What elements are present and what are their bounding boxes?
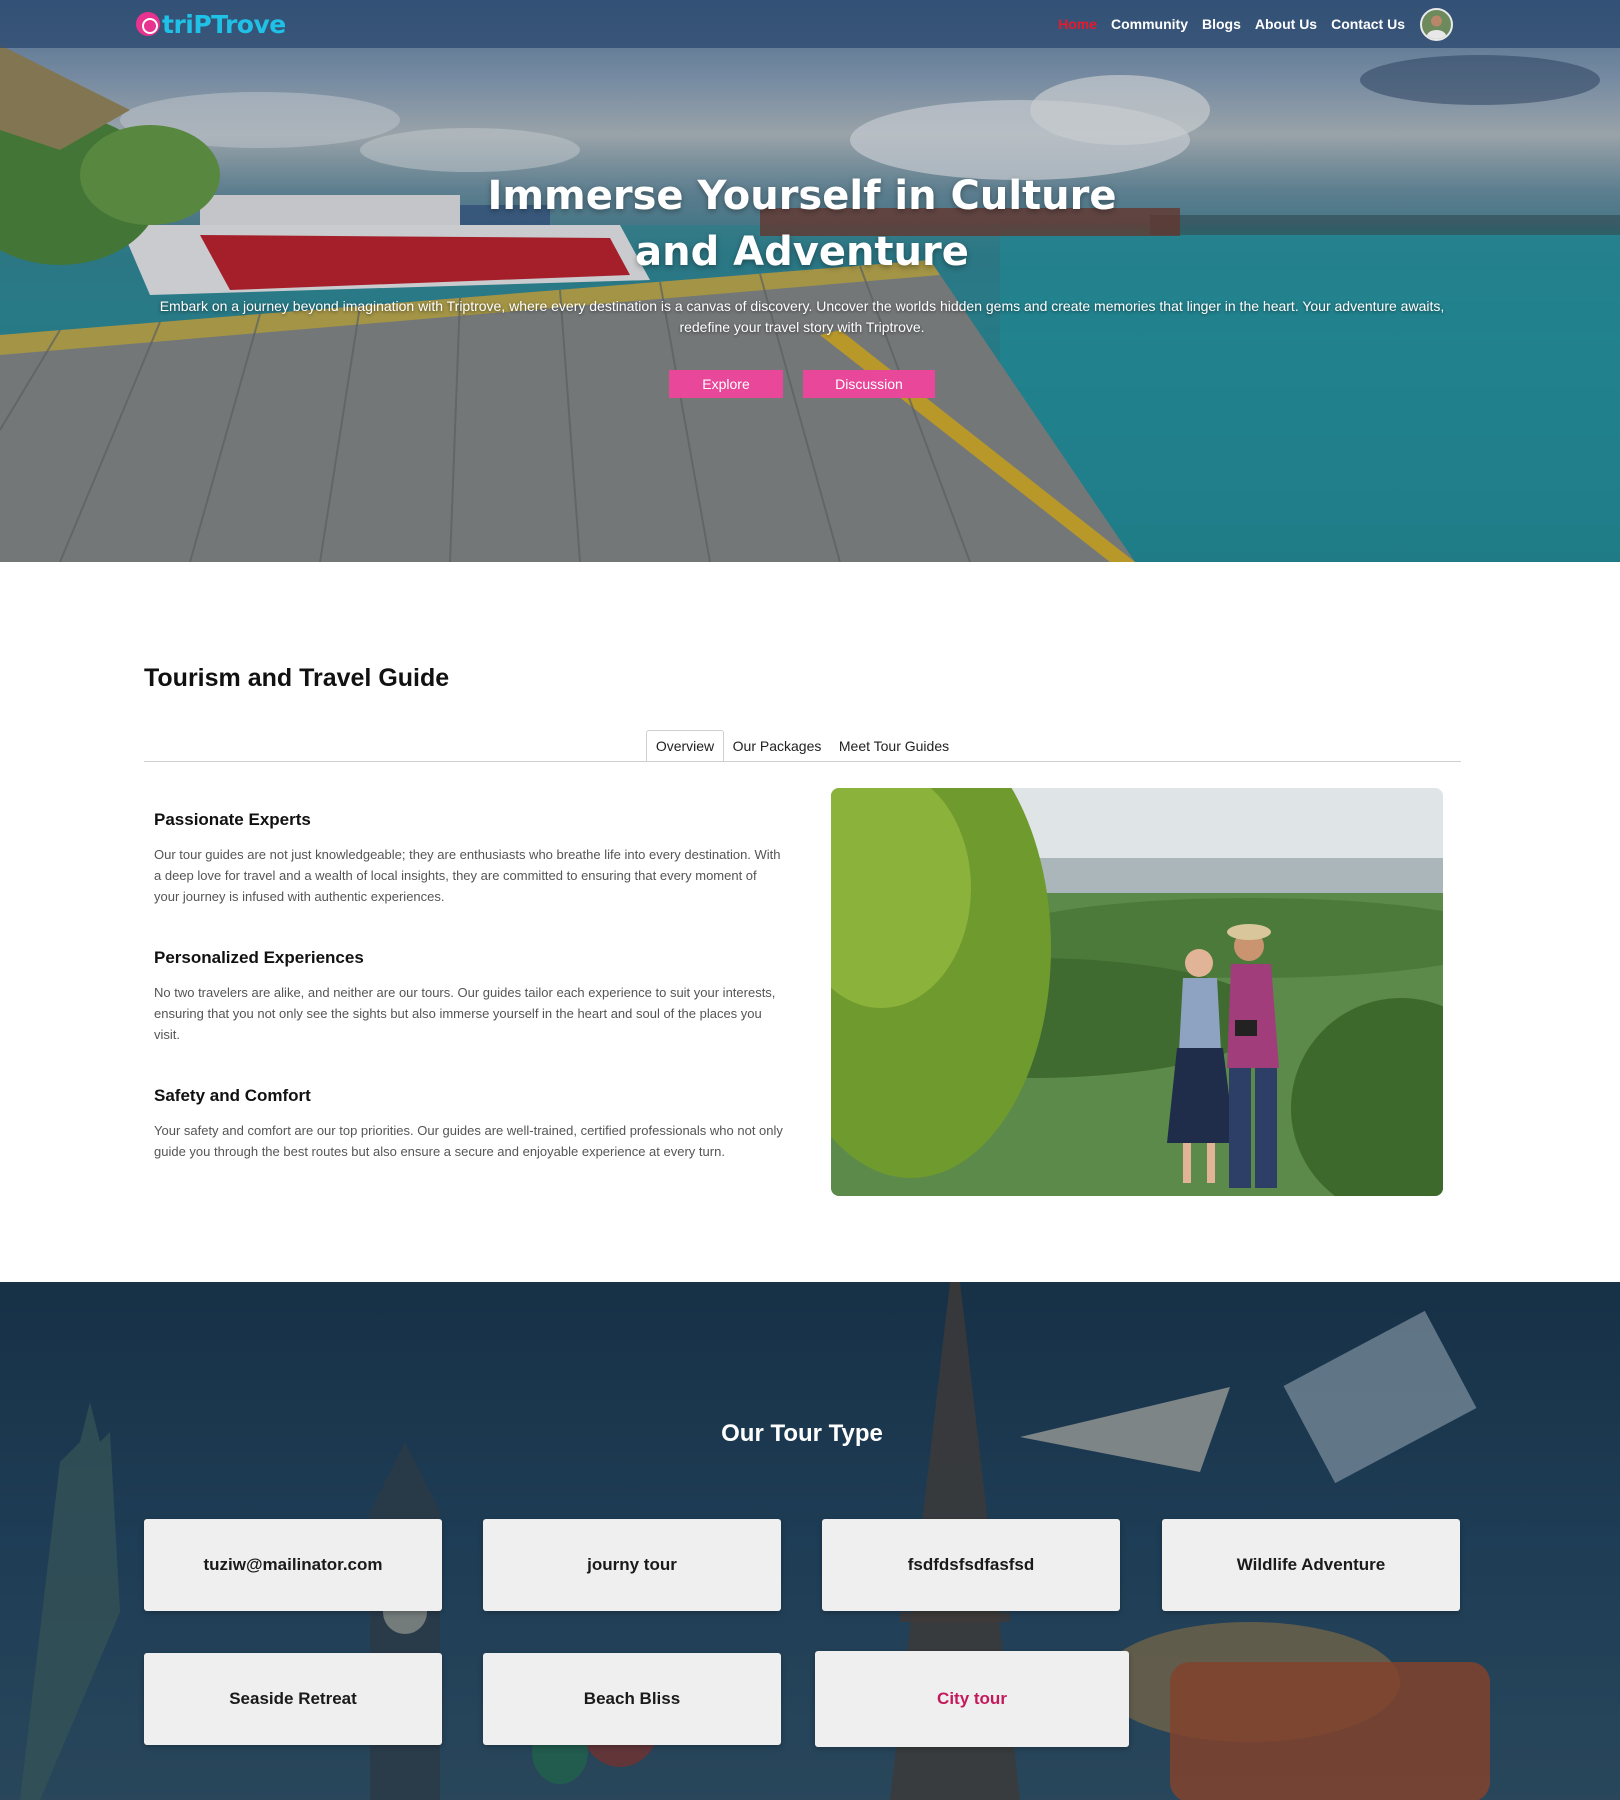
brand-name: triPTrove [162, 9, 286, 39]
tab-overview[interactable]: Overview [646, 730, 724, 762]
tour-type-title: Our Tour Type [721, 1420, 883, 1447]
discussion-button[interactable]: Discussion [803, 370, 935, 398]
brand-logo[interactable]: triPTrove [136, 9, 286, 39]
tour-card-city-tour[interactable]: City tour [815, 1651, 1129, 1747]
person-icon [1426, 15, 1447, 39]
feature-title: Passionate Experts [154, 810, 311, 829]
feature-title: Safety and Comfort [154, 1086, 311, 1105]
user-avatar[interactable] [1420, 8, 1453, 41]
tab-meet-tour-guides[interactable]: Meet Tour Guides [832, 730, 956, 762]
hero-overlay [0, 0, 1620, 562]
nav-links: Home Community Blogs About Us Contact Us [1058, 0, 1405, 48]
feature-text: Your safety and comfort are our top prio… [154, 1123, 783, 1159]
nav-item-home[interactable]: Home [1058, 16, 1097, 32]
hero-section: triPTrove Home Community Blogs About Us … [0, 0, 1620, 562]
feature-safety-and-comfort: Safety and Comfort Your safety and comfo… [154, 1086, 784, 1162]
tour-card-tuziw[interactable]: tuziw@mailinator.com [144, 1519, 442, 1611]
hero-title-line1: Immerse Yourself in Culture [487, 173, 1117, 219]
hero-title-line2: and Adventure [635, 229, 969, 275]
feature-title: Personalized Experiences [154, 948, 364, 967]
nav-item-blogs[interactable]: Blogs [1202, 16, 1241, 32]
logo-mark-icon [136, 12, 160, 36]
tour-card-seaside-retreat[interactable]: Seaside Retreat [144, 1653, 442, 1745]
tab-our-packages[interactable]: Our Packages [729, 730, 825, 762]
nav-item-contact-us[interactable]: Contact Us [1331, 16, 1405, 32]
feature-text: Our tour guides are not just knowledgeab… [154, 847, 781, 904]
couple-landscape-image [831, 788, 1443, 1196]
nav-item-about-us[interactable]: About Us [1255, 16, 1317, 32]
hero-title: Immerse Yourself in Culture and Adventur… [0, 168, 1604, 280]
feature-text: No two travelers are alike, and neither … [154, 985, 776, 1042]
hero-description: Embark on a journey beyond imagination w… [159, 298, 1445, 335]
explore-button[interactable]: Explore [669, 370, 783, 398]
nav-item-community[interactable]: Community [1111, 16, 1188, 32]
tour-card-fsdfdsfsdfasfsd[interactable]: fsdfdsfsdfasfsd [822, 1519, 1120, 1611]
feature-passionate-experts: Passionate Experts Our tour guides are n… [154, 810, 784, 907]
tour-card-journy-tour[interactable]: journy tour [483, 1519, 781, 1611]
top-navbar: triPTrove Home Community Blogs About Us … [0, 0, 1620, 48]
tabs-divider [144, 761, 1461, 762]
guide-section-title: Tourism and Travel Guide [144, 664, 450, 692]
travelers-photo [831, 788, 1443, 1196]
tour-card-beach-bliss[interactable]: Beach Bliss [483, 1653, 781, 1745]
tour-card-wildlife-adventure[interactable]: Wildlife Adventure [1162, 1519, 1460, 1611]
tour-type-section: Our Tour Type tuziw@mailinator.com journ… [0, 1282, 1620, 1800]
feature-personalized-experiences: Personalized Experiences No two traveler… [154, 948, 784, 1045]
